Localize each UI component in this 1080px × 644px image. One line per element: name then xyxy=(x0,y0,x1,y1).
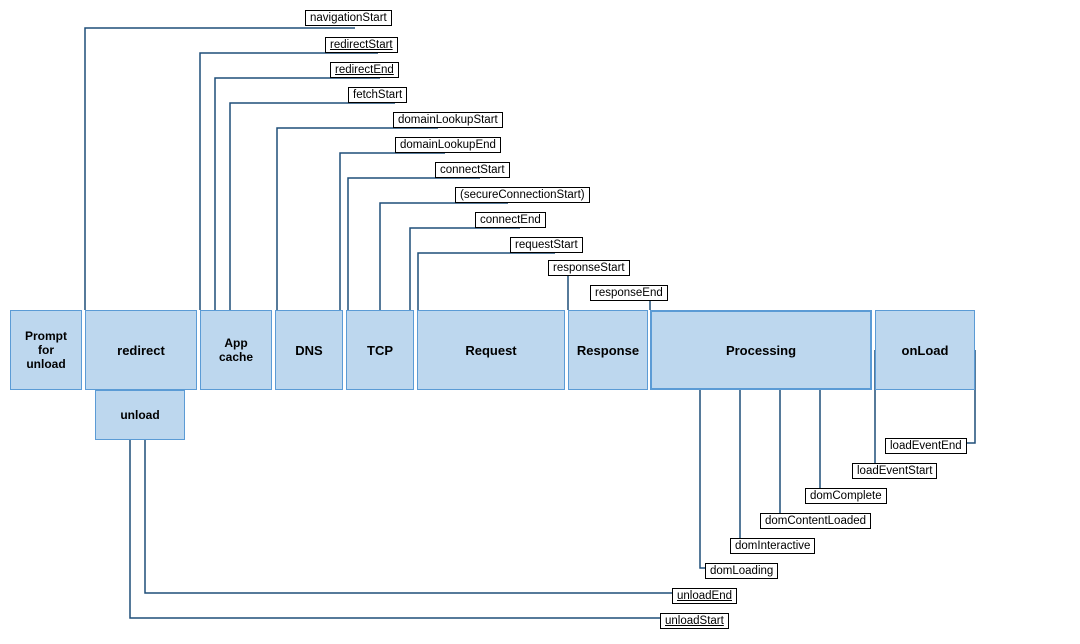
phase-dns: DNS xyxy=(275,310,343,390)
label-domainlookupend: domainLookupEnd xyxy=(395,137,501,153)
phase-tcp: TCP xyxy=(346,310,414,390)
label-navigationstart: navigationStart xyxy=(305,10,392,26)
label-loadeventend: loadEventEnd xyxy=(885,438,967,454)
phase-onload: onLoad xyxy=(875,310,975,390)
label-domloading: domLoading xyxy=(705,563,778,579)
label-unloadstart: unloadStart xyxy=(660,613,729,629)
label-secureconnectionstart: (secureConnectionStart) xyxy=(455,187,590,203)
phase-unload: unload xyxy=(95,390,185,440)
label-redirectend: redirectEnd xyxy=(330,62,399,78)
label-domcontentloaded: domContentLoaded xyxy=(760,513,871,529)
label-domcomplete: domComplete xyxy=(805,488,887,504)
label-unloadend: unloadEnd xyxy=(672,588,737,604)
label-requeststart: requestStart xyxy=(510,237,583,253)
label-domainlookupstart: domainLookupStart xyxy=(393,112,503,128)
phase-request: Request xyxy=(417,310,565,390)
label-fetchstart: fetchStart xyxy=(348,87,407,103)
diagram-container: Promptforunload redirect unload Appcache… xyxy=(0,0,1080,644)
label-responsestart: responseStart xyxy=(548,260,630,276)
phase-appcache: Appcache xyxy=(200,310,272,390)
label-connectstart: connectStart xyxy=(435,162,510,178)
phase-response: Response xyxy=(568,310,648,390)
label-connectend: connectEnd xyxy=(475,212,546,228)
label-redirectstart: redirectStart xyxy=(325,37,398,53)
phase-prompt: Promptforunload xyxy=(10,310,82,390)
phase-redirect: redirect xyxy=(85,310,197,390)
phase-processing: Processing xyxy=(650,310,872,390)
label-loadeventstart: loadEventStart xyxy=(852,463,937,479)
label-responseend: responseEnd xyxy=(590,285,668,301)
label-dominteractive: domInteractive xyxy=(730,538,815,554)
